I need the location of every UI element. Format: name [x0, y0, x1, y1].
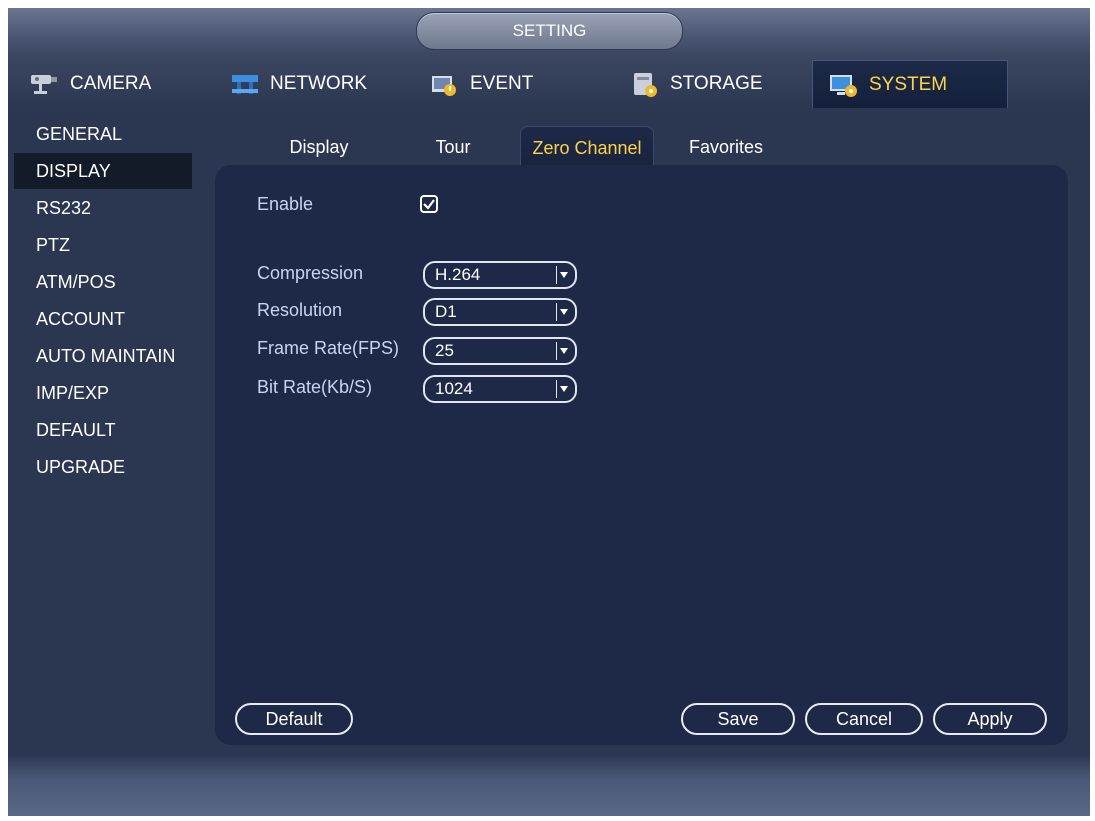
bit-rate-value: 1024	[435, 379, 473, 398]
compression-value: H.264	[435, 265, 481, 284]
topnav-storage-tab[interactable]: STORAGE	[614, 60, 810, 108]
bit-rate-label: Bit Rate(Kb/S)	[257, 377, 373, 397]
system-icon	[830, 74, 857, 97]
setting-window: SETTING CAMERA NETWORK EVENT STORAGE SYS…	[8, 8, 1090, 816]
sidebar-item-account[interactable]: ACCOUNT	[14, 301, 192, 337]
topnav-system-label: SYSTEM	[869, 73, 948, 95]
default-button[interactable]: Default	[235, 703, 353, 735]
compression-label: Compression	[257, 263, 364, 283]
sidebar-item-display[interactable]: DISPLAY	[14, 153, 192, 189]
sidebar-item-ptz[interactable]: PTZ	[14, 227, 192, 263]
sidebar-item-upgrade[interactable]: UPGRADE	[14, 449, 192, 485]
topnav-storage-label: STORAGE	[670, 73, 763, 94]
apply-button[interactable]: Apply	[933, 703, 1047, 735]
resolution-label: Resolution	[257, 300, 343, 320]
enable-checkbox[interactable]	[420, 195, 438, 213]
bottom-bar	[8, 754, 1090, 816]
topnav-event-tab[interactable]: EVENT	[414, 60, 610, 108]
zero-channel-panel: Enable Compression H.264 Resolution D1 F…	[215, 165, 1068, 745]
checkmark-icon	[423, 199, 435, 210]
sidebar-item-default[interactable]: DEFAULT	[14, 412, 192, 448]
topnav-network-tab[interactable]: NETWORK	[214, 60, 410, 108]
sidebar-item-general[interactable]: GENERAL	[14, 116, 192, 152]
window-title: SETTING	[416, 12, 683, 50]
frame-rate-label: Frame Rate(FPS)	[257, 338, 400, 358]
enable-label: Enable	[257, 194, 314, 214]
sidebar-item-imp-exp[interactable]: IMP/EXP	[14, 375, 192, 411]
camera-icon	[31, 75, 57, 94]
topnav-camera-tab[interactable]: CAMERA	[14, 60, 210, 108]
chevron-down-icon	[556, 303, 571, 321]
network-icon	[232, 75, 258, 94]
topnav-camera-label: CAMERA	[70, 73, 152, 94]
chevron-down-icon	[556, 266, 571, 284]
resolution-select[interactable]: D1	[423, 298, 577, 326]
storage-icon	[634, 73, 657, 97]
top-navigation: CAMERA NETWORK EVENT STORAGE SYSTEM	[8, 54, 1090, 110]
frame-rate-value: 25	[435, 341, 454, 360]
topnav-event-label: EVENT	[470, 73, 534, 94]
compression-select[interactable]: H.264	[423, 261, 577, 289]
topnav-network-label: NETWORK	[270, 73, 368, 94]
event-icon	[432, 76, 456, 96]
bit-rate-select[interactable]: 1024	[423, 375, 577, 403]
chevron-down-icon	[556, 342, 571, 360]
chevron-down-icon	[556, 380, 571, 398]
title-bar: SETTING	[8, 8, 1090, 54]
resolution-value: D1	[435, 302, 457, 321]
frame-rate-select[interactable]: 25	[423, 337, 577, 365]
sidebar-item-atm-pos[interactable]: ATM/POS	[14, 264, 192, 300]
sidebar-item-auto-maintain[interactable]: AUTO MAINTAIN	[14, 338, 192, 374]
tab-tour[interactable]: Tour	[420, 126, 486, 168]
cancel-button[interactable]: Cancel	[805, 703, 923, 735]
tab-display[interactable]: Display	[270, 126, 368, 168]
topnav-system-tab[interactable]: SYSTEM	[812, 60, 1008, 108]
tab-favorites[interactable]: Favorites	[676, 126, 776, 168]
tab-zero-channel[interactable]: Zero Channel	[520, 126, 654, 169]
save-button[interactable]: Save	[681, 703, 795, 735]
sidebar-item-rs232[interactable]: RS232	[14, 190, 192, 226]
